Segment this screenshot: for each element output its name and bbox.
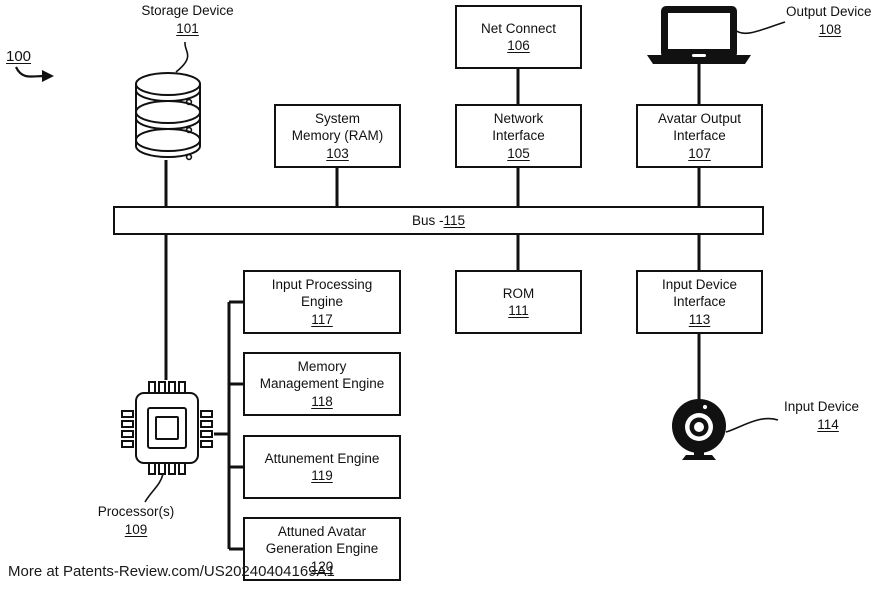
input-device-label: Input Device [784,399,860,414]
system-memory-ref: 103 [326,145,349,161]
network-interface-line2: Interface [492,128,545,144]
box-input-processing-engine: Input Processing Engine 117 [243,270,401,334]
box-net-connect: Net Connect 106 [455,5,582,69]
output-device-label: Output Device [786,4,872,19]
memory-management-engine-ref: 118 [311,393,333,409]
avatar-output-interface-line1: Avatar Output [657,111,742,127]
box-network-interface: Network Interface 105 [455,104,582,168]
storage-device-label: Storage Device [141,3,234,18]
patent-figure: 100 Storage Device 101 System Memory (RA… [0,0,880,592]
avatar-output-interface-line2: Interface [673,128,726,144]
storage-device-ref: 101 [176,20,199,36]
callout-storage-device: Storage Device 101 [125,2,250,37]
cpu-chip-icon [118,380,216,476]
watermark-text: More at Patents-Review.com/US20240404169… [8,563,335,580]
box-memory-management-engine: Memory Management Engine 118 [243,352,401,416]
system-memory-line1: System [314,111,360,127]
attuned-avatar-generation-engine-line2: Generation Engine [265,541,379,557]
attuned-avatar-generation-engine-line1: Attuned Avatar [277,524,367,540]
figure-arrow [15,66,45,78]
attunement-engine-line1: Attunement Engine [264,450,380,466]
input-processing-engine-ref: 117 [311,311,333,327]
attunement-engine-ref: 119 [311,468,333,483]
input-processing-engine-line1: Input Processing [271,277,373,293]
figure-arrowhead [42,70,54,82]
leader-processor [144,473,164,503]
bus-label: Bus - [411,213,444,228]
box-avatar-output-interface: Avatar Output Interface 107 [636,104,763,168]
output-device-ref: 108 [818,21,842,37]
net-connect-ref: 106 [507,38,530,53]
box-attunement-engine: Attunement Engine 119 [243,435,401,499]
callout-output-device: Output Device 108 [786,3,880,38]
callout-processor: Processor(s) 109 [86,503,186,538]
input-device-ref: 114 [817,416,839,432]
processor-ref: 109 [124,521,148,537]
input-device-interface-ref: 113 [688,311,711,327]
net-connect-line1: Net Connect [480,20,557,36]
avatar-output-interface-ref: 107 [688,145,711,161]
input-device-interface-line2: Interface [673,294,726,310]
bus-bar: Bus - 115 [113,206,764,235]
memory-management-engine-line2: Management Engine [259,376,385,392]
laptop-icon [645,6,753,64]
network-interface-line1: Network [493,111,544,127]
memory-management-engine-line1: Memory [297,359,347,375]
box-input-device-interface: Input Device Interface 113 [636,270,763,334]
system-memory-line2: Memory (RAM) [291,128,384,144]
input-processing-engine-line2: Engine [300,294,344,310]
bus-ref: 115 [443,213,466,228]
box-system-memory: System Memory (RAM) 103 [274,104,401,168]
input-device-interface-line1: Input Device [661,277,738,293]
webcam-icon [666,398,734,462]
database-cylinder-icon [130,62,206,162]
network-interface-ref: 105 [507,145,530,161]
box-rom: ROM 111 [455,270,582,334]
processor-label: Processor(s) [97,504,175,519]
callout-input-device: Input Device 114 [784,398,880,433]
figure-reference-100: 100 [6,48,32,65]
rom-ref: 111 [508,303,529,318]
rom-line1: ROM [502,285,535,301]
